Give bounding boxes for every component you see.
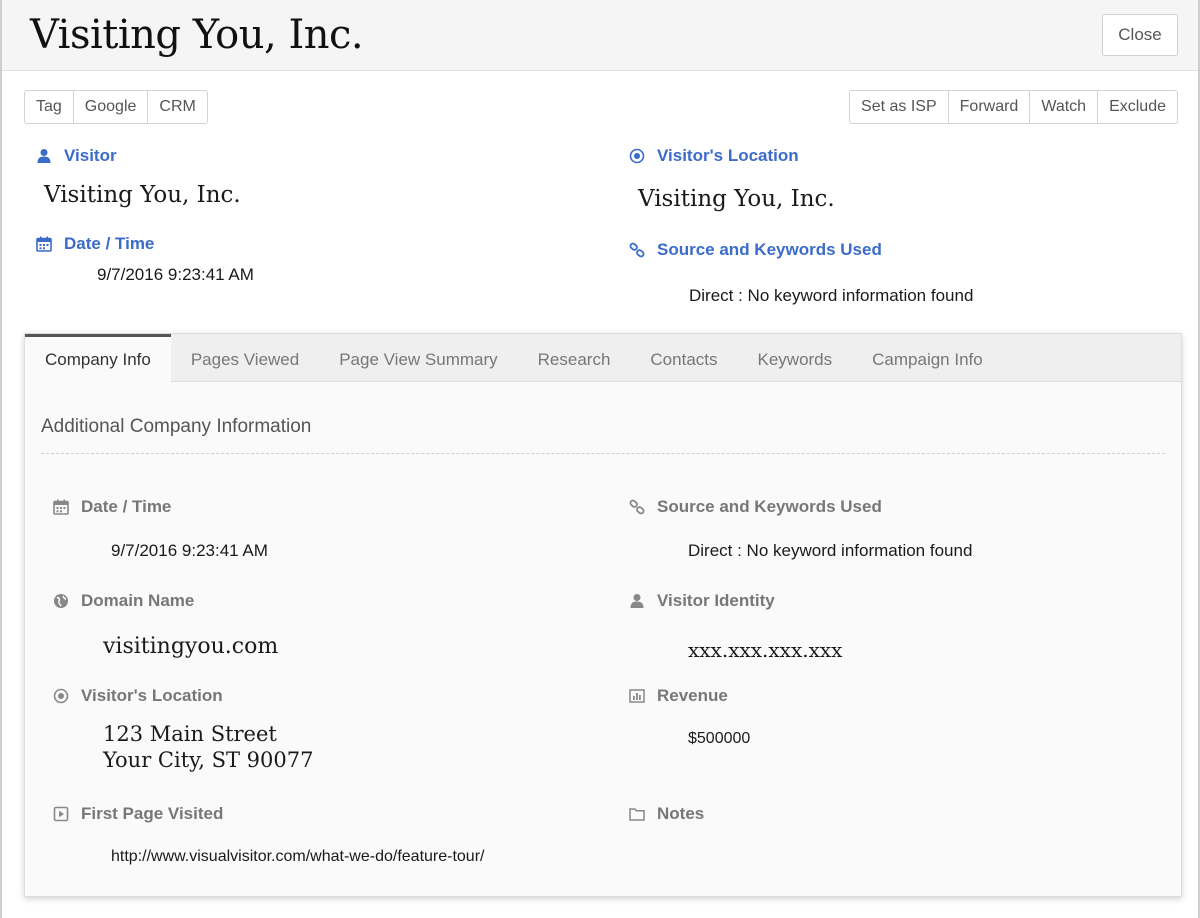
address-line-1: 123 Main Street bbox=[103, 722, 277, 746]
set-as-isp-button[interactable]: Set as ISP bbox=[850, 91, 949, 123]
exclude-button[interactable]: Exclude bbox=[1098, 91, 1177, 123]
revenue-label: Revenue bbox=[629, 686, 728, 706]
modal-header: Visiting You, Inc. Close bbox=[2, 0, 1198, 71]
tab-contacts[interactable]: Contacts bbox=[630, 334, 737, 381]
crm-button[interactable]: CRM bbox=[148, 91, 206, 123]
tab-pages-viewed[interactable]: Pages Viewed bbox=[171, 334, 319, 381]
tab-campaign-info[interactable]: Campaign Info bbox=[852, 334, 1003, 381]
datetime-label: Date / Time bbox=[36, 234, 154, 254]
datetime-value: 9/7/2016 9:23:41 AM bbox=[97, 265, 254, 284]
first-page-label: First Page Visited bbox=[53, 804, 223, 824]
visitor-value: Visiting You, Inc. bbox=[44, 182, 241, 208]
google-button[interactable]: Google bbox=[74, 91, 149, 123]
identity-label-text: Visitor Identity bbox=[657, 591, 775, 610]
folder-icon bbox=[629, 806, 645, 822]
tab-page-view-summary[interactable]: Page View Summary bbox=[319, 334, 517, 381]
location-value: Visiting You, Inc. bbox=[638, 186, 835, 212]
info-source-label-text: Source and Keywords Used bbox=[657, 497, 882, 516]
modal-title: Visiting You, Inc. bbox=[30, 12, 364, 58]
address-block: 123 Main Street Your City, ST 90077 bbox=[103, 721, 313, 773]
target-icon bbox=[53, 688, 69, 704]
link-icon bbox=[629, 499, 645, 515]
revenue-label-text: Revenue bbox=[657, 686, 728, 705]
info-datetime-value: 9/7/2016 9:23:41 AM bbox=[111, 541, 268, 560]
location-label-text: Visitor's Location bbox=[657, 146, 799, 165]
right-action-group: Set as ISP Forward Watch Exclude bbox=[849, 90, 1178, 124]
calendar-icon bbox=[53, 499, 69, 515]
left-action-group: Tag Google CRM bbox=[24, 90, 208, 124]
detail-panel: Company Info Pages Viewed Page View Summ… bbox=[24, 333, 1182, 897]
bar-chart-icon bbox=[629, 688, 645, 704]
domain-value: visitingyou.com bbox=[103, 634, 279, 659]
visitor-label: Visitor bbox=[36, 146, 117, 166]
user-icon bbox=[36, 148, 52, 164]
address-line-2: Your City, ST 90077 bbox=[103, 748, 314, 772]
info-source-label: Source and Keywords Used bbox=[629, 497, 882, 517]
user-icon bbox=[629, 593, 645, 609]
link-icon bbox=[629, 242, 645, 258]
play-square-icon bbox=[53, 806, 69, 822]
domain-label-text: Domain Name bbox=[81, 591, 195, 610]
identity-value: xxx.xxx.xxx.xxx bbox=[688, 638, 843, 662]
first-page-value[interactable]: http://www.visualvisitor.com/what-we-do/… bbox=[111, 848, 484, 866]
tab-bar: Company Info Pages Viewed Page View Summ… bbox=[25, 334, 1181, 382]
source-label-text: Source and Keywords Used bbox=[657, 240, 882, 259]
close-button[interactable]: Close bbox=[1102, 14, 1178, 56]
domain-label: Domain Name bbox=[53, 591, 194, 611]
forward-button[interactable]: Forward bbox=[949, 91, 1031, 123]
tab-company-info[interactable]: Company Info bbox=[25, 334, 171, 382]
notes-label-text: Notes bbox=[657, 804, 705, 823]
location-label: Visitor's Location bbox=[629, 146, 799, 166]
tab-research[interactable]: Research bbox=[518, 334, 631, 381]
datetime-label-text: Date / Time bbox=[64, 234, 155, 253]
info-location-label-text: Visitor's Location bbox=[81, 686, 223, 705]
tab-keywords[interactable]: Keywords bbox=[738, 334, 853, 381]
visitor-detail-modal: Visiting You, Inc. Close Tag Google CRM … bbox=[0, 0, 1200, 918]
target-icon bbox=[629, 148, 645, 164]
info-datetime-label: Date / Time bbox=[53, 497, 171, 517]
section-divider bbox=[41, 453, 1165, 454]
notes-label: Notes bbox=[629, 804, 704, 824]
section-title: Additional Company Information bbox=[41, 416, 312, 437]
revenue-value: $500000 bbox=[688, 730, 751, 747]
first-page-label-text: First Page Visited bbox=[81, 804, 224, 823]
tag-button[interactable]: Tag bbox=[25, 91, 74, 123]
globe-icon bbox=[53, 593, 69, 609]
source-label: Source and Keywords Used bbox=[629, 240, 882, 260]
info-datetime-label-text: Date / Time bbox=[81, 497, 172, 516]
info-source-value: Direct : No keyword information found bbox=[688, 541, 973, 560]
visitor-label-text: Visitor bbox=[64, 146, 117, 165]
watch-button[interactable]: Watch bbox=[1030, 91, 1099, 123]
identity-label: Visitor Identity bbox=[629, 591, 775, 611]
calendar-icon bbox=[36, 236, 52, 252]
info-location-label: Visitor's Location bbox=[53, 686, 223, 706]
source-value: Direct : No keyword information found bbox=[689, 286, 974, 305]
